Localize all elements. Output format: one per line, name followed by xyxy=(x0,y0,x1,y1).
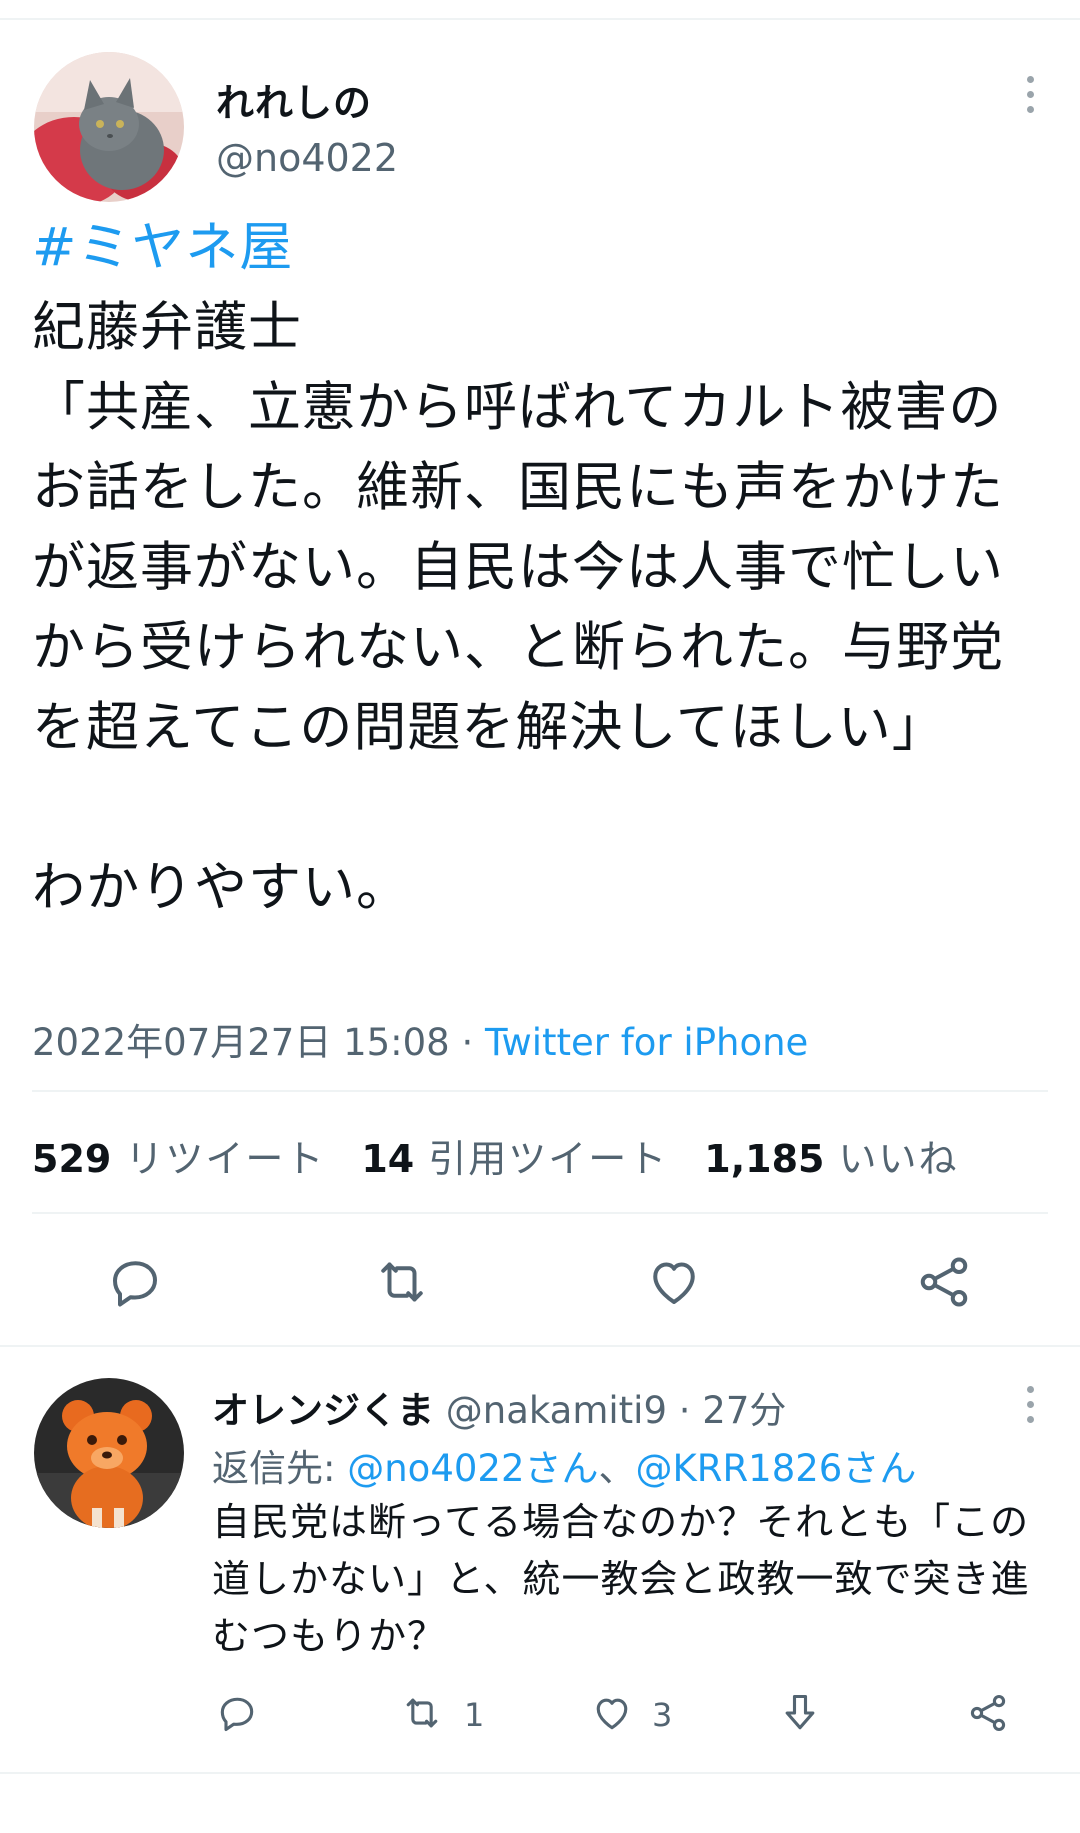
tweet-action-bar xyxy=(0,1252,1080,1312)
mention-separator: 、 xyxy=(598,1447,636,1490)
like-icon[interactable] xyxy=(644,1252,704,1312)
quotes-stat[interactable]: 14 引用ツイート xyxy=(361,1128,668,1183)
quotes-count: 14 xyxy=(361,1137,415,1181)
reply-icon[interactable] xyxy=(215,1691,259,1739)
tweet-timestamp[interactable]: 2022年07月27日 15:08 xyxy=(32,1021,450,1064)
reply-body: 自民党は断ってる場合なのか？それとも「この道しかない」と、統一教会と政教一致で突… xyxy=(212,1500,1030,1658)
reply-vote-down-button[interactable] xyxy=(778,1690,822,1740)
reply-divider xyxy=(0,1345,1080,1347)
vote-down-icon[interactable] xyxy=(778,1691,822,1739)
reply-reply-button[interactable] xyxy=(215,1690,259,1740)
tweet-source-link[interactable]: Twitter for iPhone xyxy=(485,1021,808,1064)
retweets-stat[interactable]: 529 リツイート xyxy=(32,1128,325,1183)
retweets-count: 529 xyxy=(32,1137,112,1181)
stats-bottom-divider xyxy=(32,1212,1048,1214)
bottom-divider xyxy=(0,1772,1080,1774)
tweet-detail-page: れれしの @no4022 #ミヤネ屋 紀藤弁護士 「共産、立憲から呼ばれてカルト… xyxy=(0,0,1080,1833)
retweets-label: リツイート xyxy=(125,1137,326,1181)
reply-action-bar: 1 3 xyxy=(0,1690,1080,1740)
top-divider xyxy=(0,18,1080,20)
tweet-body: #ミヤネ屋 紀藤弁護士 「共産、立憲から呼ばれてカルト被害のお話をした。維新、国… xyxy=(32,208,1042,928)
reply-author-avatar[interactable] xyxy=(34,1378,184,1528)
share-icon[interactable] xyxy=(914,1252,974,1312)
quotes-label: 引用ツイート xyxy=(428,1137,669,1181)
hashtag-link[interactable]: #ミヤネ屋 xyxy=(32,217,293,278)
replying-to: 返信先: @no4022さん、@KRR1826さん xyxy=(212,1438,916,1492)
reply-time[interactable]: 27分 xyxy=(702,1389,786,1432)
likes-stat[interactable]: 1,185 いいね xyxy=(704,1128,958,1183)
mention-link-2[interactable]: @KRR1826さん xyxy=(635,1447,916,1490)
reply-separator: · xyxy=(667,1389,703,1432)
tweet-meta: 2022年07月27日 15:08 · Twitter for iPhone xyxy=(32,1012,808,1066)
likes-label: いいね xyxy=(838,1137,959,1181)
retweet-icon[interactable] xyxy=(398,1691,446,1739)
reply-retweet-button[interactable]: 1 xyxy=(398,1690,484,1740)
reply-more-options-icon[interactable] xyxy=(1018,1386,1042,1430)
replying-to-label: 返信先: xyxy=(212,1447,348,1490)
reply-retweet-count: 1 xyxy=(464,1696,485,1734)
share-icon[interactable] xyxy=(966,1691,1010,1739)
author-handle[interactable]: @no4022 xyxy=(216,136,398,180)
reply-handle[interactable]: @nakamiti9 xyxy=(446,1389,667,1432)
more-options-icon[interactable] xyxy=(1018,76,1042,120)
retweet-icon[interactable] xyxy=(372,1252,432,1312)
tweet-body-text: 紀藤弁護士 「共産、立憲から呼ばれてカルト被害のお話をした。維新、国民にも声をか… xyxy=(32,297,1004,918)
author-display-name[interactable]: れれしの xyxy=(216,72,372,127)
mention-link-1[interactable]: @no4022さん xyxy=(347,1447,598,1490)
likes-count: 1,185 xyxy=(704,1137,825,1181)
reply-like-button[interactable]: 3 xyxy=(590,1690,672,1740)
reply-like-count: 3 xyxy=(652,1696,673,1734)
author-avatar[interactable] xyxy=(34,52,184,202)
tweet-stats: 529 リツイート 14 引用ツイート 1,185 いいね xyxy=(32,1128,958,1183)
reply-header: オレンジくま @nakamiti9 · 27分 xyxy=(212,1380,786,1434)
reply-share-button[interactable] xyxy=(966,1690,1010,1740)
reply-display-name[interactable]: オレンジくま xyxy=(212,1389,434,1432)
meta-separator: · xyxy=(449,1021,486,1064)
stats-top-divider xyxy=(32,1090,1048,1092)
like-icon[interactable] xyxy=(590,1691,634,1739)
reply-icon[interactable] xyxy=(105,1252,165,1312)
